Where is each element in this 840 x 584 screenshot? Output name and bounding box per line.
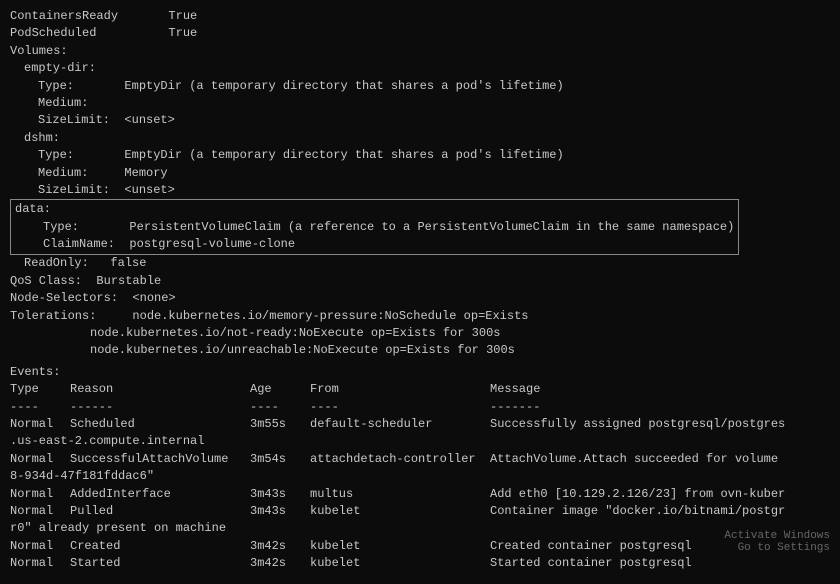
col-from-header: From	[310, 381, 490, 398]
col-from-div: ----	[310, 399, 490, 416]
line-toleration-2: node.kubernetes.io/not-ready:NoExecute o…	[10, 325, 830, 342]
event-0-from: default-scheduler	[310, 416, 490, 433]
line-emptydir-medium: Medium:	[10, 95, 830, 112]
col-message-div: -------	[490, 399, 830, 416]
event-row-3-continuation: 8-934d-47f181fddac6"	[10, 468, 830, 485]
event-5-reason: Pulled	[70, 503, 250, 520]
col-age-div: ----	[250, 399, 310, 416]
event-5-type: Normal	[10, 503, 70, 520]
event-8-reason: Started	[70, 555, 250, 572]
event-5-age: 3m43s	[250, 503, 310, 520]
event-2-type: Normal	[10, 451, 70, 468]
event-row-2: Normal SuccessfulAttachVolume 3m54s atta…	[10, 451, 830, 468]
activate-watermark: Activate Windows Go to Settings	[724, 530, 830, 554]
event-row-0: Normal Scheduled 3m55s default-scheduler…	[10, 416, 830, 433]
event-row-6-continuation: r0" already present on machine	[10, 520, 830, 537]
line-empty-dir: empty-dir:	[10, 60, 830, 77]
event-8-message: Started container postgresql	[490, 555, 830, 572]
line-data-claimname: ClaimName: postgresql-volume-clone	[15, 236, 734, 253]
col-reason-div: ------	[70, 399, 250, 416]
event-0-message: Successfully assigned postgresql/postgre…	[490, 416, 830, 433]
col-type-header: Type	[10, 381, 70, 398]
activate-line1: Activate Windows	[724, 530, 830, 542]
line-dshm: dshm:	[10, 130, 830, 147]
event-2-message: AttachVolume.Attach succeeded for volume	[490, 451, 830, 468]
event-8-from: kubelet	[310, 555, 490, 572]
col-type-div: ----	[10, 399, 70, 416]
event-4-reason: AddedInterface	[70, 486, 250, 503]
event-7-age: 3m42s	[250, 538, 310, 555]
event-7-from: kubelet	[310, 538, 490, 555]
line-pod-scheduled: PodScheduled True	[10, 25, 830, 42]
col-age-header: Age	[250, 381, 310, 398]
event-8-type: Normal	[10, 555, 70, 572]
events-header-row: Type Reason Age From Message	[10, 381, 830, 398]
line-volumes: Volumes:	[10, 43, 830, 60]
line-tolerations: Tolerations: node.kubernetes.io/memory-p…	[10, 308, 830, 325]
event-5-from: kubelet	[310, 503, 490, 520]
event-2-reason: SuccessfulAttachVolume	[70, 451, 250, 468]
event-2-from: attachdetach-controller	[310, 451, 490, 468]
line-readonly: ReadOnly: false	[10, 255, 830, 272]
line-emptydir-type: Type: EmptyDir (a temporary directory th…	[10, 78, 830, 95]
event-8-age: 3m42s	[250, 555, 310, 572]
line-toleration-3: node.kubernetes.io/unreachable:NoExecute…	[10, 342, 830, 359]
col-message-header: Message	[490, 381, 830, 398]
event-4-message: Add eth0 [10.129.2.126/23] from ovn-kube…	[490, 486, 830, 503]
line-dshm-medium: Medium: Memory	[10, 165, 830, 182]
event-4-from: multus	[310, 486, 490, 503]
event-0-reason: Scheduled	[70, 416, 250, 433]
event-2-age: 3m54s	[250, 451, 310, 468]
event-7-reason: Created	[70, 538, 250, 555]
line-data-label: data:	[15, 201, 734, 218]
activate-line2: Go to Settings	[724, 542, 830, 554]
line-data-type: Type: PersistentVolumeClaim (a reference…	[15, 219, 734, 236]
event-4-type: Normal	[10, 486, 70, 503]
event-0-age: 3m55s	[250, 416, 310, 433]
line-dshm-sizelimit: SizeLimit: <unset>	[10, 182, 830, 199]
event-5-message: Container image "docker.io/bitnami/postg…	[490, 503, 830, 520]
terminal-window: ContainersReady True PodScheduled True V…	[0, 0, 840, 584]
event-7-type: Normal	[10, 538, 70, 555]
line-qos: QoS Class: Burstable	[10, 273, 830, 290]
event-4-age: 3m43s	[250, 486, 310, 503]
event-row-7: Normal Created 3m42s kubelet Created con…	[10, 538, 830, 555]
event-0-type: Normal	[10, 416, 70, 433]
event-row-8: Normal Started 3m42s kubelet Started con…	[10, 555, 830, 572]
event-row-4: Normal AddedInterface 3m43s multus Add e…	[10, 486, 830, 503]
col-reason-header: Reason	[70, 381, 250, 398]
events-label: Events:	[10, 364, 830, 381]
events-divider-row: ---- ------ ---- ---- -------	[10, 399, 830, 416]
line-dshm-type: Type: EmptyDir (a temporary directory th…	[10, 147, 830, 164]
terminal-prompt: [root@localhost hcp-testing]#	[10, 575, 830, 584]
event-row-1-continuation: .us-east-2.compute.internal	[10, 433, 830, 450]
line-node-selectors: Node-Selectors: <none>	[10, 290, 830, 307]
event-row-5: Normal Pulled 3m43s kubelet Container im…	[10, 503, 830, 520]
line-containers-ready: ContainersReady True	[10, 8, 830, 25]
line-emptydir-sizelimit: SizeLimit: <unset>	[10, 112, 830, 129]
